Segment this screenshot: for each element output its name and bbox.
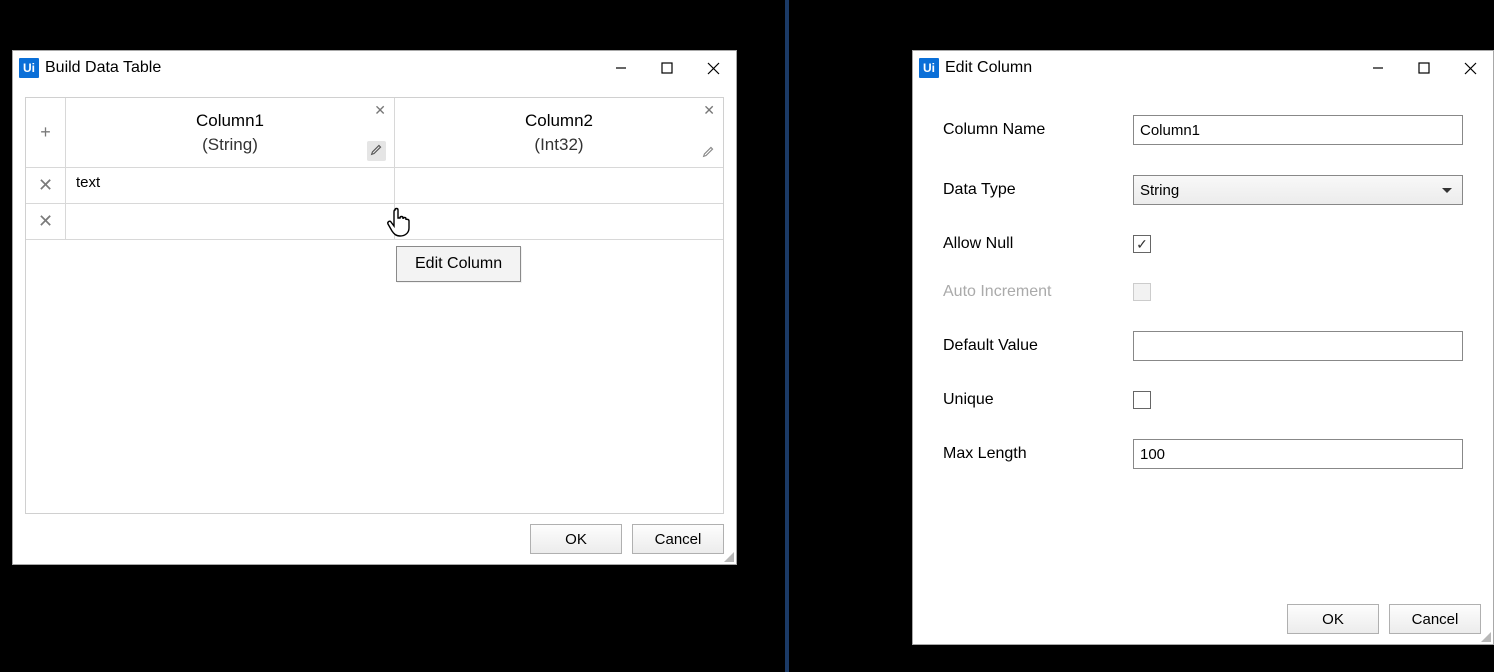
resize-grip[interactable] bbox=[722, 550, 734, 562]
uipath-icon: Ui bbox=[19, 58, 39, 78]
column-header-2[interactable]: ✕ Column2 (Int32) bbox=[395, 98, 723, 167]
column-name-input[interactable] bbox=[1133, 115, 1463, 145]
allow-null-label: Allow Null bbox=[943, 235, 1133, 253]
resize-grip[interactable] bbox=[1479, 630, 1491, 642]
default-value-row: Default Value bbox=[943, 331, 1463, 361]
allow-null-checkbox[interactable]: ✓ bbox=[1133, 235, 1151, 253]
data-type-label: Data Type bbox=[943, 181, 1133, 199]
auto-increment-row: Auto Increment bbox=[943, 283, 1463, 301]
maximize-button[interactable] bbox=[644, 51, 690, 85]
table-row: ✕ bbox=[26, 204, 723, 240]
titlebar: Ui Edit Column bbox=[913, 51, 1493, 85]
delete-column-icon[interactable]: ✕ bbox=[374, 102, 386, 119]
max-length-input[interactable] bbox=[1133, 439, 1463, 469]
delete-row-icon[interactable]: ✕ bbox=[26, 168, 66, 203]
edit-column-tooltip: Edit Column bbox=[396, 246, 521, 282]
cell[interactable] bbox=[66, 204, 395, 239]
column-name: Column1 bbox=[196, 111, 264, 131]
unique-row: Unique bbox=[943, 391, 1463, 409]
data-table-grid: + ✕ Column1 (String) ✕ Column2 (Int32) bbox=[25, 97, 724, 514]
minimize-button[interactable] bbox=[598, 51, 644, 85]
delete-column-icon[interactable]: ✕ bbox=[703, 102, 715, 119]
default-value-input[interactable] bbox=[1133, 331, 1463, 361]
edit-column-icon[interactable] bbox=[702, 145, 715, 161]
data-type-row: Data Type String bbox=[943, 175, 1463, 205]
ok-button[interactable]: OK bbox=[1287, 604, 1379, 634]
default-value-label: Default Value bbox=[943, 337, 1133, 355]
table-header-row: + ✕ Column1 (String) ✕ Column2 (Int32) bbox=[26, 98, 723, 168]
auto-increment-label: Auto Increment bbox=[943, 283, 1133, 301]
close-button[interactable] bbox=[1447, 51, 1493, 85]
data-type-select[interactable]: String bbox=[1133, 175, 1463, 205]
delete-row-icon[interactable]: ✕ bbox=[26, 204, 66, 239]
column-type: (Int32) bbox=[534, 135, 583, 155]
maximize-button[interactable] bbox=[1401, 51, 1447, 85]
max-length-row: Max Length bbox=[943, 439, 1463, 469]
column-name-label: Column Name bbox=[943, 121, 1133, 139]
uipath-icon: Ui bbox=[919, 58, 939, 78]
column-type: (String) bbox=[202, 135, 258, 155]
column-name-row: Column Name bbox=[943, 115, 1463, 145]
cell[interactable] bbox=[395, 168, 723, 203]
titlebar: Ui Build Data Table bbox=[13, 51, 736, 85]
table-row: ✕ text bbox=[26, 168, 723, 204]
unique-label: Unique bbox=[943, 391, 1133, 409]
cell[interactable]: text bbox=[66, 168, 395, 203]
unique-checkbox[interactable] bbox=[1133, 391, 1151, 409]
cancel-button[interactable]: Cancel bbox=[1389, 604, 1481, 634]
column-header-1[interactable]: ✕ Column1 (String) bbox=[66, 98, 395, 167]
cancel-button[interactable]: Cancel bbox=[632, 524, 724, 554]
close-button[interactable] bbox=[690, 51, 736, 85]
ok-button[interactable]: OK bbox=[530, 524, 622, 554]
data-type-value: String bbox=[1140, 182, 1179, 199]
edit-column-dialog: Ui Edit Column Column Name Data Type Str… bbox=[912, 50, 1494, 645]
column-name: Column2 bbox=[525, 111, 593, 131]
build-data-table-dialog: Ui Build Data Table + ✕ Column1 (String) bbox=[12, 50, 737, 565]
cell[interactable] bbox=[395, 204, 723, 239]
window-title: Build Data Table bbox=[45, 59, 161, 77]
edit-column-icon[interactable] bbox=[367, 141, 386, 161]
auto-increment-checkbox bbox=[1133, 283, 1151, 301]
split-divider bbox=[785, 0, 789, 672]
max-length-label: Max Length bbox=[943, 445, 1133, 463]
allow-null-row: Allow Null ✓ bbox=[943, 235, 1463, 253]
add-column-button[interactable]: + bbox=[26, 98, 66, 167]
minimize-button[interactable] bbox=[1355, 51, 1401, 85]
dialog-button-row: OK Cancel bbox=[913, 594, 1493, 644]
window-title: Edit Column bbox=[945, 59, 1032, 77]
dialog-button-row: OK Cancel bbox=[13, 514, 736, 564]
